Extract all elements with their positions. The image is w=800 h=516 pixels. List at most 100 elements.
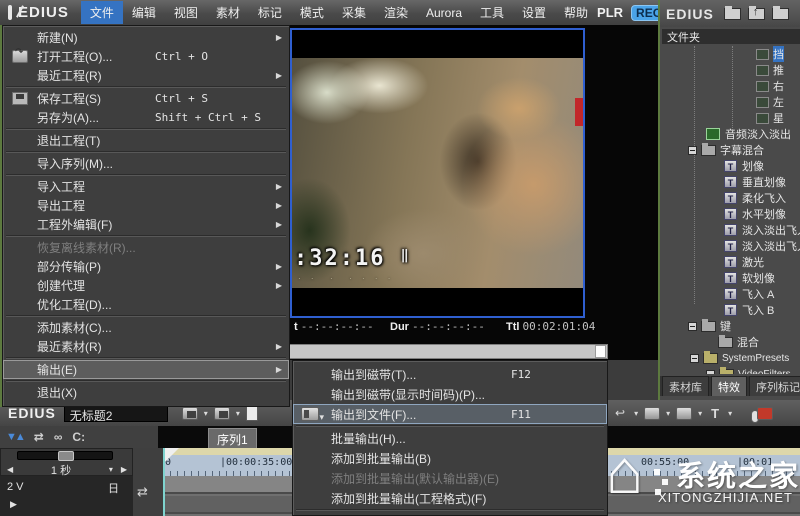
zoom-slider[interactable] xyxy=(17,451,113,460)
tree-item-fade-flyin-b[interactable]: T淡入淡出飞入 xyxy=(660,238,800,254)
track-mute-icon[interactable]: 日 xyxy=(108,480,119,496)
menu-item-recent-clip[interactable]: 最近素材(R)▶ xyxy=(3,337,289,356)
track-expand-arrow-icon[interactable]: ▶ xyxy=(10,499,17,510)
menu-item-save-project[interactable]: 保存工程(S)Ctrl + S xyxy=(3,89,289,108)
menu-item-recent-project[interactable]: 最近工程(R)▶ xyxy=(3,66,289,85)
menu-item-import-sequence[interactable]: 导入序列(M)... xyxy=(3,154,289,173)
dropdown-icon[interactable]: ▾ xyxy=(204,409,208,418)
tab-sequence-marker[interactable]: 序列标记 xyxy=(749,376,800,396)
player-scrollbar[interactable] xyxy=(287,344,608,359)
menu-tools[interactable]: 工具 xyxy=(471,1,513,24)
menu-marker[interactable]: 标记 xyxy=(249,1,291,24)
menu-item-exit[interactable]: 退出(X) xyxy=(3,383,289,402)
tree-item-vertical-wipe[interactable]: T垂直划像 xyxy=(660,174,800,190)
ripple-mode-icon[interactable]: ∞ xyxy=(54,430,63,444)
menu-mode[interactable]: 模式 xyxy=(291,1,333,24)
scale-dropdown-icon[interactable]: ▾ xyxy=(109,465,113,474)
tree-item-laser[interactable]: T激光 xyxy=(660,254,800,270)
timeline-playhead-flag[interactable] xyxy=(163,448,179,464)
tree-item-partial[interactable]: 右 xyxy=(660,78,800,94)
submenu-item-add-to-batch-project-format[interactable]: 添加到批量输出(工程格式)(F) xyxy=(293,488,607,508)
menu-capture[interactable]: 采集 xyxy=(333,1,375,24)
dropdown-icon[interactable]: ▾ xyxy=(698,409,702,418)
menu-item-import-project[interactable]: 导入工程▶ xyxy=(3,177,289,196)
submenu-item-print-to-tape-timecode[interactable]: 输出到磁带(显示时间码)(P)... xyxy=(293,384,607,404)
menu-item-edit-outside-project[interactable]: 工程外编辑(F)▶ xyxy=(3,215,289,234)
menu-file[interactable]: 文件 xyxy=(81,1,123,24)
zoom-slider-handle[interactable] xyxy=(58,451,74,461)
dropdown-icon[interactable]: ▾ xyxy=(728,409,732,418)
razor-tool-icon[interactable] xyxy=(644,407,660,420)
video-track-header[interactable]: 2 V 日 ▶ xyxy=(0,476,133,516)
submenu-item-print-to-file[interactable]: 输出到文件(F)...F11 xyxy=(293,404,607,424)
menu-item-consolidate-project[interactable]: 优化工程(D)... xyxy=(3,295,289,314)
undo-icon[interactable]: ↩ xyxy=(615,406,625,420)
menu-clip[interactable]: 素材 xyxy=(207,1,249,24)
collapse-icon[interactable] xyxy=(688,322,697,331)
ripple-tool-icon[interactable] xyxy=(676,407,692,420)
tree-folder-videofilters[interactable]: VideoFilters xyxy=(660,366,800,374)
track-expand-icon[interactable]: ⇄ xyxy=(137,484,148,500)
menu-item-partial-transfer[interactable]: 部分传输(P)▶ xyxy=(3,257,289,276)
menu-aurora[interactable]: Aurora xyxy=(417,3,471,23)
fade-tool-icon[interactable] xyxy=(214,407,230,420)
submenu-item-add-to-batch-export[interactable]: 添加到批量输出(B) xyxy=(293,448,607,468)
tree-item-partial[interactable]: 星 xyxy=(660,110,800,126)
tree-item-partial[interactable]: 挡 xyxy=(660,46,800,62)
menu-help[interactable]: 帮助 xyxy=(555,1,597,24)
dropdown-icon[interactable]: ▾ xyxy=(634,409,638,418)
record-icon[interactable] xyxy=(757,407,773,420)
tree-item-audio-crossfade[interactable]: 音频淡入淡出 xyxy=(660,126,800,142)
snap-mode-icon[interactable]: C: xyxy=(72,430,85,444)
folder-view-header[interactable]: 文件夹 xyxy=(662,29,800,44)
scale-left-icon[interactable]: ◀ xyxy=(7,465,13,474)
menu-settings[interactable]: 设置 xyxy=(513,1,555,24)
menu-render[interactable]: 渲染 xyxy=(375,1,417,24)
tab-effects[interactable]: 特效 xyxy=(711,376,747,396)
dropdown-icon[interactable]: ▾ xyxy=(236,409,240,418)
tree-item-partial[interactable]: 左 xyxy=(660,94,800,110)
submenu-item-print-to-tape[interactable]: 输出到磁带(T)...F12 xyxy=(293,364,607,384)
tree-item-partial[interactable]: 推 xyxy=(660,62,800,78)
tree-folder-key[interactable]: 键 xyxy=(660,318,800,334)
menu-view[interactable]: 视图 xyxy=(165,1,207,24)
menu-item-save-as[interactable]: 另存为(A)...Shift + Ctrl + S xyxy=(3,108,289,127)
collapse-icon[interactable] xyxy=(706,370,715,375)
tree-item-blend[interactable]: 混合 xyxy=(660,334,800,350)
tree-folder-systempresets[interactable]: SystemPresets xyxy=(660,350,800,366)
menu-item-export[interactable]: 输出(E)▶ xyxy=(3,360,289,379)
scale-right-icon[interactable]: ▶ xyxy=(121,465,127,474)
submenu-item-batch-export[interactable]: 批量输出(H)... xyxy=(293,428,607,448)
new-sequence-icon[interactable] xyxy=(246,406,258,421)
player-scrollbar-handle[interactable] xyxy=(595,345,606,358)
tree-item-flyin-a[interactable]: T飞入 A xyxy=(660,286,800,302)
insert-overwrite-icon[interactable]: ⇄ xyxy=(34,430,44,444)
sync-mode-icon[interactable]: ▼▲ xyxy=(6,431,24,443)
menu-item-create-proxy[interactable]: 创建代理▶ xyxy=(3,276,289,295)
menu-item-open-project[interactable]: 打开工程(O)...Ctrl + O xyxy=(3,47,289,66)
sequence-tab[interactable]: 序列1 xyxy=(208,428,257,448)
menu-item-export-project[interactable]: 导出工程▶ xyxy=(3,196,289,215)
tree-item-soft-wipe[interactable]: T软划像 xyxy=(660,270,800,286)
menu-item-new[interactable]: 新建(N)▶ xyxy=(3,28,289,47)
menu-item-add-clip[interactable]: 添加素材(C)... xyxy=(3,318,289,337)
tree-item-fade-flyin-a[interactable]: T淡入淡出飞入 xyxy=(660,222,800,238)
tree-item-horizontal-wipe[interactable]: T水平划像 xyxy=(660,206,800,222)
transition-tool-icon[interactable] xyxy=(182,407,198,420)
tab-bin[interactable]: 素材库 xyxy=(662,376,709,396)
folder-link-icon[interactable] xyxy=(772,8,789,20)
dropdown-icon[interactable]: ▾ xyxy=(666,409,670,418)
title-tool-icon[interactable]: T xyxy=(711,406,719,421)
tree-item-soft-flyin[interactable]: T柔化飞入 xyxy=(660,190,800,206)
tree-item-flyin-b[interactable]: T飞入 B xyxy=(660,302,800,318)
menu-edit[interactable]: 编辑 xyxy=(123,1,165,24)
menu-item-close-project[interactable]: 退出工程(T) xyxy=(3,131,289,150)
time-scale-selector[interactable]: ◀ 1 秒 ▾ ▶ xyxy=(3,463,131,476)
tree-folder-title-mixer[interactable]: 字幕混合 xyxy=(660,142,800,158)
folder-icon[interactable] xyxy=(724,8,741,20)
tree-item-wipe[interactable]: T划像 xyxy=(660,158,800,174)
collapse-icon[interactable] xyxy=(688,146,697,155)
project-name-field[interactable]: 无标题2 xyxy=(64,405,168,422)
collapse-icon[interactable] xyxy=(690,354,699,363)
up-level-icon[interactable] xyxy=(748,8,765,20)
